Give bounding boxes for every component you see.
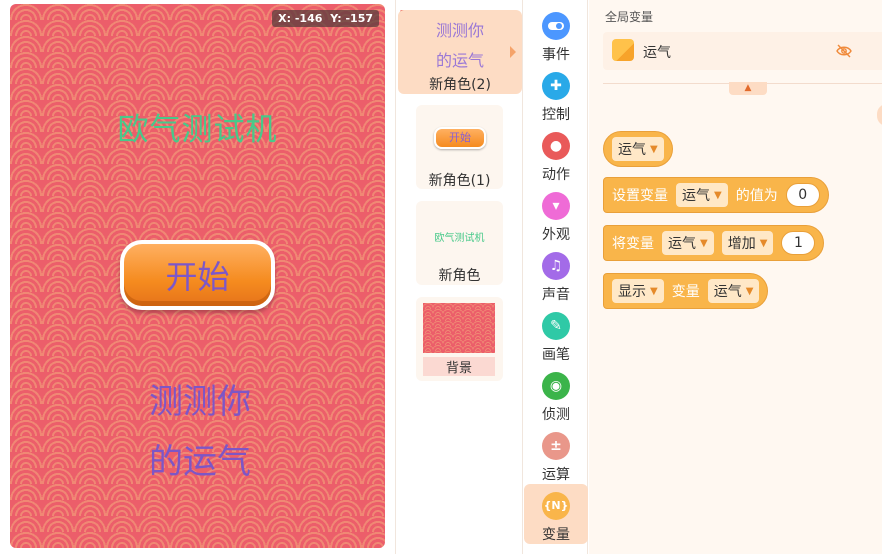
category-label: 事件 <box>542 47 570 63</box>
change-variable-block[interactable]: 将变量 运气 ▼ 增加 ▼ 1 <box>603 225 825 261</box>
fortune-line-1: 测测你 <box>149 382 251 422</box>
sprite-thumb-line-2: 的运气 <box>435 51 484 70</box>
selected-arrow-icon <box>510 46 516 58</box>
value-input[interactable]: 0 <box>785 183 820 207</box>
category-motion[interactable]: ● 动作 <box>524 124 588 184</box>
shirt-icon: ▾ <box>542 192 570 220</box>
category-label: 动作 <box>542 167 570 183</box>
show-variable-block[interactable]: 显示 ▼ 变量 运气 ▼ <box>603 273 769 309</box>
variable-checkbox[interactable] <box>612 39 634 61</box>
sprite-label: 新角色 <box>438 268 481 284</box>
dropdown-value: 运气 <box>713 284 742 300</box>
dropdown-value: 运气 <box>668 236 696 252</box>
variable-reporter-block[interactable]: 运气 ▼ <box>603 131 673 167</box>
category-pen[interactable]: ✎ 画笔 <box>524 304 588 364</box>
operation-dropdown[interactable]: 增加 ▼ <box>721 231 774 255</box>
sprite-thumb-button: 开始 <box>434 127 486 149</box>
variable-dropdown[interactable]: 运气 ▼ <box>662 231 714 255</box>
sprite-thumb: 测测你 的运气 <box>398 16 522 76</box>
backdrop-label: 背景 <box>423 357 495 376</box>
fortune-line-2: 的运气 <box>149 442 251 482</box>
sprite-label: 新角色(1) <box>428 173 491 189</box>
variable-row[interactable]: 运气 <box>603 32 882 70</box>
category-label: 声音 <box>542 287 570 303</box>
backdrop-card[interactable]: 背景 <box>416 297 503 381</box>
sprite-thumb-line-1: 测测你 <box>435 21 484 40</box>
sprite-thumb-text: 欧气测试机 <box>434 233 485 244</box>
block-text: 设置变量 <box>612 188 668 204</box>
category-label: 变量 <box>542 527 570 543</box>
category-label: 控制 <box>542 107 570 123</box>
stage-coordinates: X: -146 Y: -157 <box>272 10 379 27</box>
start-button[interactable]: 开始 <box>120 240 275 310</box>
coord-x: X: -146 <box>278 12 323 25</box>
block-text: 变量 <box>671 284 700 300</box>
chevron-down-icon: ▼ <box>650 285 658 297</box>
ghost-icon: ● <box>542 132 570 160</box>
backdrop-thumbnail <box>423 303 495 353</box>
category-variables[interactable]: {N} 变量 <box>524 484 588 544</box>
chevron-up-icon[interactable]: ▲ <box>729 82 767 95</box>
variable-dropdown[interactable]: 运气 ▼ <box>612 137 664 161</box>
dropdown-value: 增加 <box>727 236 756 252</box>
value-input[interactable]: 1 <box>781 231 816 255</box>
eye-hidden-icon[interactable] <box>836 43 852 59</box>
set-variable-block[interactable]: 设置变量 运气 ▼ 的值为 0 <box>603 177 829 213</box>
stage-title-text[interactable]: 欧气测试机 <box>10 104 385 149</box>
category-label: 外观 <box>542 227 570 243</box>
scroll-handle[interactable] <box>877 104 882 126</box>
sprite-card[interactable]: 欧气测试机 新角色 <box>416 201 503 285</box>
category-looks[interactable]: ▾ 外观 <box>524 184 588 244</box>
category-label: 侦测 <box>542 407 570 423</box>
variable-name: 运气 <box>643 45 671 61</box>
category-operators[interactable]: ± 运算 <box>524 424 588 484</box>
chevron-down-icon: ▼ <box>714 189 722 201</box>
pen-icon: ✎ <box>542 312 570 340</box>
toggle-icon <box>542 12 570 40</box>
blocks-palette: 全局变量 运气 ▲ 运气 ▼ 设置变量 运气 ▼ 的值为 0 将变量 运气 ▼ … <box>589 0 882 554</box>
operators-icon: ± <box>542 432 570 460</box>
gamepad-icon: ✚ <box>542 72 570 100</box>
dropdown-value: 运气 <box>618 142 646 158</box>
category-events[interactable]: 事件 <box>524 4 588 64</box>
stage[interactable]: X: -146 Y: -157 欧气测试机 开始 测测你 的运气 <box>10 4 385 548</box>
dropdown-value: 运气 <box>682 188 710 204</box>
sprite-label: 新角色(2) <box>429 77 491 93</box>
sprite-card-selected[interactable]: 测测你 的运气 新角色(2) <box>398 10 522 94</box>
sprite-card[interactable]: 开始 新角色(1) <box>416 105 503 189</box>
start-button-label: 开始 <box>124 244 271 306</box>
section-title: 全局变量 <box>605 10 654 24</box>
sprite-list: ✕ 测测你 的运气 新角色(2) 开始 新角色(1) 欧气测试机 新角色 背景 <box>395 0 523 554</box>
category-sound[interactable]: ♫ 声音 <box>524 244 588 304</box>
music-icon: ♫ <box>542 252 570 280</box>
target-icon: ◉ <box>542 372 570 400</box>
action-dropdown[interactable]: 显示 ▼ <box>612 279 664 303</box>
block-text: 的值为 <box>735 188 778 204</box>
variable-icon: {N} <box>542 492 570 520</box>
chevron-down-icon: ▼ <box>650 143 658 155</box>
variable-dropdown[interactable]: 运气 ▼ <box>707 279 760 303</box>
dropdown-value: 显示 <box>618 284 646 300</box>
chevron-down-icon: ▼ <box>700 237 708 249</box>
category-sensing[interactable]: ◉ 侦测 <box>524 364 588 424</box>
category-label: 运算 <box>542 467 570 483</box>
category-control[interactable]: ✚ 控制 <box>524 64 588 124</box>
coord-y: Y: -157 <box>330 12 373 25</box>
block-text: 将变量 <box>612 236 654 252</box>
chevron-down-icon: ▼ <box>759 237 768 249</box>
stage-fortune-text[interactable]: 测测你 的运气 <box>140 372 260 492</box>
block-categories: 事件 ✚ 控制 ● 动作 ▾ 外观 ♫ 声音 ✎ 画笔 ◉ 侦测 ± 运算 {N… <box>524 0 588 554</box>
app-root: X: -146 Y: -157 欧气测试机 开始 测测你 的运气 ✕ 测测你 的… <box>0 0 882 554</box>
chevron-down-icon: ▼ <box>745 285 754 297</box>
variable-dropdown[interactable]: 运气 ▼ <box>676 183 728 207</box>
category-label: 画笔 <box>542 347 570 363</box>
